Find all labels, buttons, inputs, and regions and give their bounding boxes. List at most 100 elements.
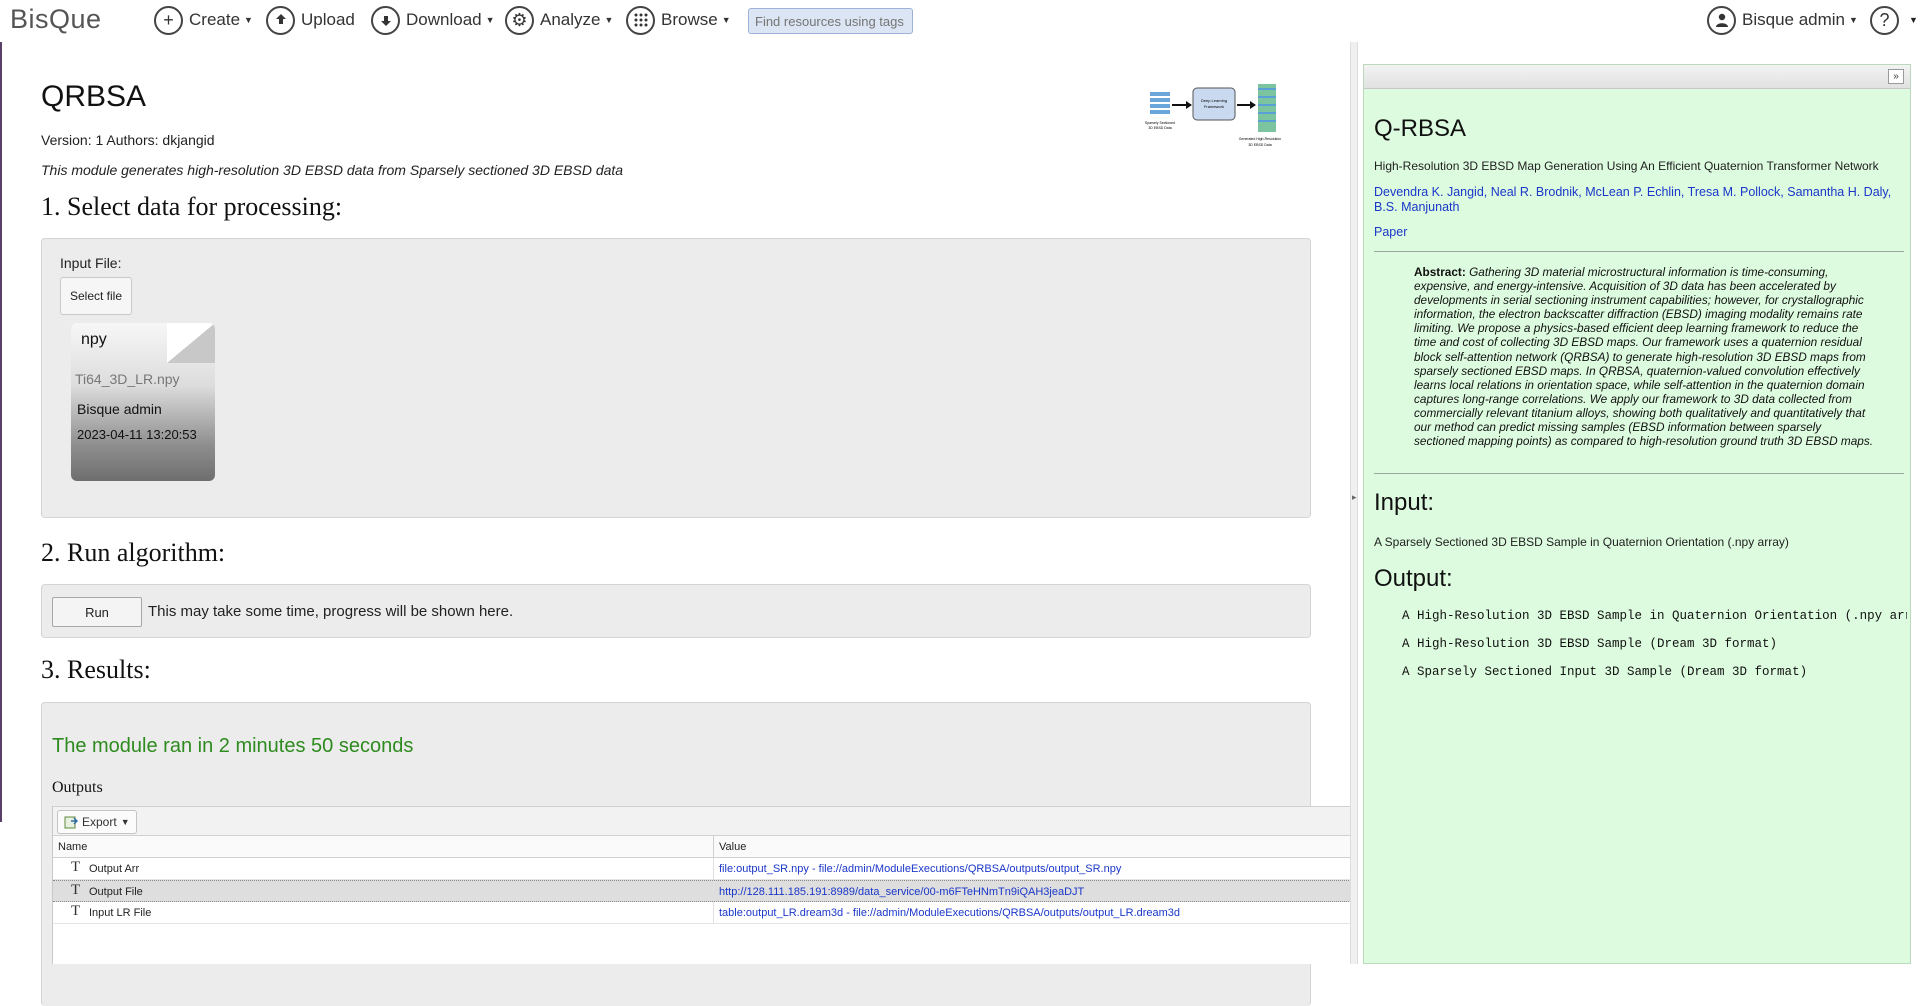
plus-icon: + xyxy=(154,5,183,35)
gears-icon: ⚙ xyxy=(505,5,534,35)
diagram-output-label-1: Generated High-Resolution xyxy=(1239,137,1281,141)
divider xyxy=(1374,251,1904,252)
row-value-link[interactable]: table:output_LR.dream3d - file://admin/M… xyxy=(719,907,1180,919)
caret-down-icon: ▼ xyxy=(485,15,495,25)
browse-menu[interactable]: Browse ▼ xyxy=(626,4,731,36)
abstract-text: Gathering 3D material microstructural in… xyxy=(1414,265,1874,449)
download-label: Download xyxy=(406,10,482,29)
upload-button[interactable]: Upload xyxy=(266,4,355,36)
abstract-label: Abstract: xyxy=(1414,265,1466,279)
panel-splitter[interactable]: ▸ xyxy=(1350,42,1358,964)
author-link[interactable]: McLean P. Echlin xyxy=(1585,185,1681,199)
author-link[interactable]: Devendra K. Jangid xyxy=(1374,185,1484,199)
module-meta: Version: 1 Authors: dkjangid xyxy=(41,132,215,148)
download-icon xyxy=(371,5,400,35)
create-menu[interactable]: + Create ▼ xyxy=(154,4,253,36)
file-fold-icon xyxy=(167,323,215,363)
splitter-grip-icon[interactable]: ▸ xyxy=(1352,492,1357,503)
paper-link[interactable]: Paper xyxy=(1374,225,1407,239)
abstract-block: Abstract: Gathering 3D material microstr… xyxy=(1414,265,1874,448)
browse-label: Browse xyxy=(661,10,718,29)
run-duration-message: The module ran in 2 minutes 50 seconds xyxy=(52,735,414,757)
author-link[interactable]: Neal R. Brodnik xyxy=(1491,185,1579,199)
select-data-panel: Input File: Select file npy Ti64_3D_LR.n… xyxy=(41,238,1311,518)
input-heading: Input: xyxy=(1374,489,1435,516)
module-info-panel: » Q-RBSA High-Resolution 3D EBSD Map Gen… xyxy=(1363,64,1911,964)
output-list: A High-Resolution 3D EBSD Sample in Quat… xyxy=(1402,609,1907,693)
diagram-output-label-2: 3D EBSD Data xyxy=(1248,143,1271,147)
cell-divider xyxy=(713,858,714,880)
text-type-icon: T xyxy=(71,882,81,898)
user-name: Bisque admin xyxy=(1742,10,1846,29)
diagram-box-label-1: Deep Learning xyxy=(1201,98,1227,103)
file-name: Ti64_3D_LR.npy xyxy=(75,371,180,387)
module-thumbnail-diagram: Sparsely Sectioned 3D EBSD Data Deep Lea… xyxy=(1145,84,1281,147)
input-description: A Sparsely Sectioned 3D EBSD Sample in Q… xyxy=(1374,535,1789,549)
diagram-input-label-1: Sparsely Sectioned xyxy=(1145,121,1175,125)
input-file-label: Input File: xyxy=(60,255,122,271)
diagram-input-label-2: 3D EBSD Data xyxy=(1148,126,1171,130)
diagram-box-label-2: Framework xyxy=(1204,104,1224,109)
info-title: Q-RBSA xyxy=(1374,115,1467,142)
export-button[interactable]: Export ▼ xyxy=(57,810,137,834)
select-file-button[interactable]: Select file xyxy=(60,277,132,315)
info-panel-header: » xyxy=(1364,65,1910,89)
file-date: 2023-04-11 13:20:53 xyxy=(77,427,197,442)
collapse-panel-icon[interactable]: » xyxy=(1888,69,1904,84)
info-subtitle: High-Resolution 3D EBSD Map Generation U… xyxy=(1374,159,1879,173)
row-name: Input LR File xyxy=(89,907,152,919)
top-navbar: BisQue + Create ▼ Upload Download ▼ ⚙ An… xyxy=(0,0,1921,42)
run-algorithm-panel: Run This may take some time, progress wi… xyxy=(41,584,1311,638)
author-link[interactable]: Tresa M. Pollock xyxy=(1688,185,1781,199)
caret-down-icon: ▼ xyxy=(721,15,731,25)
caret-down-icon: ▼ xyxy=(1909,15,1918,25)
author-link[interactable]: Samantha H. Daly xyxy=(1787,185,1888,199)
step1-heading: 1. Select data for processing: xyxy=(41,192,343,221)
bisque-logo[interactable]: BisQue xyxy=(10,4,102,35)
caret-down-icon: ▼ xyxy=(120,817,130,827)
author-link[interactable]: B.S. Manjunath xyxy=(1374,200,1459,214)
caret-down-icon: ▼ xyxy=(604,15,614,25)
selected-file-card[interactable]: npy Ti64_3D_LR.npy Bisque admin 2023-04-… xyxy=(71,323,215,481)
module-description: This module generates high-resolution 3D… xyxy=(41,162,624,178)
create-label: Create xyxy=(189,10,241,29)
row-value-link[interactable]: file:output_SR.npy - file://admin/Module… xyxy=(719,863,1121,875)
step3-heading: 3. Results: xyxy=(41,655,151,684)
output-item: A Sparsely Sectioned Input 3D Sample (Dr… xyxy=(1402,665,1808,679)
download-menu[interactable]: Download ▼ xyxy=(371,4,495,36)
run-button[interactable]: Run xyxy=(52,597,142,627)
grid-row[interactable]: T Input LR File table:output_LR.dream3d … xyxy=(53,902,1353,924)
output-item: A High-Resolution 3D EBSD Sample in Quat… xyxy=(1402,609,1907,623)
analyze-menu[interactable]: ⚙ Analyze ▼ xyxy=(505,4,613,36)
column-header-name[interactable]: Name xyxy=(58,841,87,853)
tag-search-input[interactable] xyxy=(748,8,913,34)
cell-divider xyxy=(713,881,714,903)
user-avatar-icon xyxy=(1707,5,1736,35)
column-divider[interactable] xyxy=(713,836,714,858)
output-item: A High-Resolution 3D EBSD Sample (Dream … xyxy=(1402,637,1778,651)
column-header-value[interactable]: Value xyxy=(719,841,746,853)
user-menu[interactable]: Bisque admin ▼ xyxy=(1707,4,1858,36)
divider xyxy=(1374,473,1904,474)
caret-down-icon: ▼ xyxy=(244,15,253,25)
upload-label: Upload xyxy=(301,10,355,29)
row-name: Output File xyxy=(89,886,143,898)
file-extension: npy xyxy=(81,331,107,348)
grid-header: Name Value xyxy=(53,836,1353,858)
analyze-label: Analyze xyxy=(540,10,601,29)
row-name: Output Arr xyxy=(89,863,140,875)
grid-row[interactable]: T Output Arr file:output_SR.npy - file:/… xyxy=(53,858,1353,880)
outputs-label: Outputs xyxy=(52,779,103,796)
caret-down-icon: ▼ xyxy=(1849,15,1858,25)
run-progress-message: This may take some time, progress will b… xyxy=(148,603,514,620)
help-menu[interactable]: ? ▼ xyxy=(1870,4,1918,36)
author-list: Devendra K. Jangid, Neal R. Brodnik, McL… xyxy=(1374,185,1892,214)
row-value-link[interactable]: http://128.111.185.191:8989/data_service… xyxy=(719,886,1084,898)
grid-row-selected[interactable]: T Output File http://128.111.185.191:898… xyxy=(53,880,1353,903)
output-heading: Output: xyxy=(1374,565,1453,592)
upload-icon xyxy=(266,5,295,35)
export-icon xyxy=(64,816,78,829)
file-owner: Bisque admin xyxy=(77,401,162,417)
export-label: Export xyxy=(82,815,117,829)
outputs-grid: Export ▼ Name Value T Output Arr file:ou… xyxy=(52,806,1353,964)
